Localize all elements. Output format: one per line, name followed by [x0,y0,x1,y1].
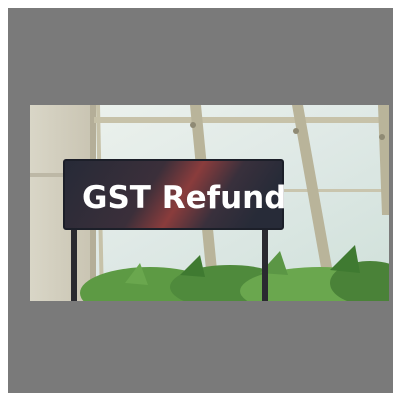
bolt [379,134,385,140]
photo-scene: GST Refund [30,105,389,301]
sign-post-left [71,225,77,301]
sign-post-right [262,225,268,301]
photo: GST Refund [30,105,389,301]
bolt [293,128,299,134]
sign-text: GST Refund [82,180,286,216]
image-frame: GST Refund [8,8,393,393]
bolt [190,122,196,128]
window-top-frame [94,117,389,123]
